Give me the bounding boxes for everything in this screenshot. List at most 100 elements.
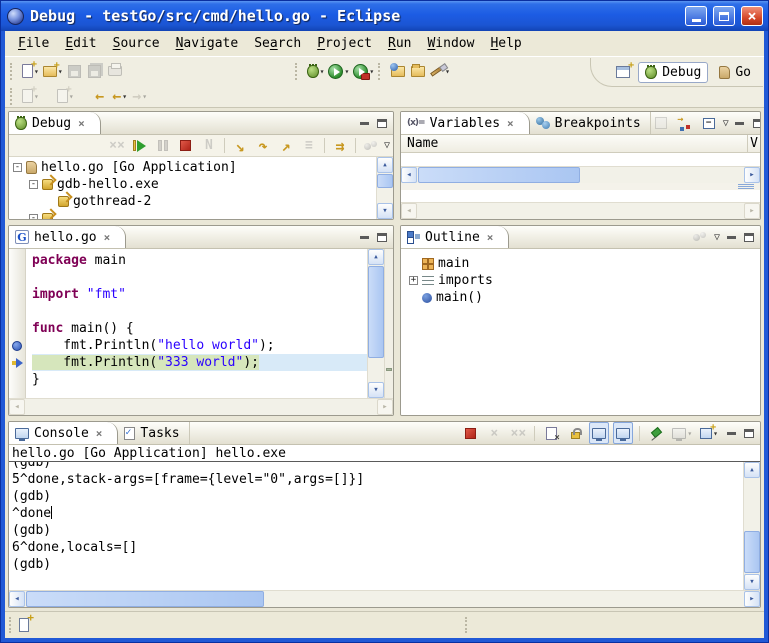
menu-item-project[interactable]: Project bbox=[309, 34, 380, 53]
outline-row[interactable]: main bbox=[409, 255, 760, 272]
close-icon[interactable]: × bbox=[507, 117, 514, 130]
scroll-up-button[interactable]: ▴ bbox=[744, 462, 760, 478]
scroll-up-button[interactable]: ▴ bbox=[377, 157, 393, 173]
scroll-right-button[interactable]: ▸ bbox=[377, 399, 393, 415]
statusbar-grip[interactable] bbox=[9, 617, 13, 633]
ruler-cell[interactable] bbox=[9, 252, 25, 269]
variables-hscrollbar[interactable]: ◂ ▸ bbox=[401, 166, 760, 183]
outline-tree[interactable]: main+importsmain() bbox=[401, 249, 760, 415]
scroll-left-button[interactable]: ◂ bbox=[9, 591, 25, 607]
view-menu-button[interactable]: ▽ bbox=[384, 140, 390, 151]
window-minimize-button[interactable] bbox=[685, 6, 707, 26]
show-type-names-button[interactable] bbox=[651, 112, 671, 134]
instruction-stepping-button[interactable]: ≡ bbox=[299, 135, 319, 157]
menu-item-navigate[interactable]: Navigate bbox=[168, 34, 247, 53]
step-into-button[interactable]: ↘ bbox=[230, 135, 250, 157]
scroll-down-button[interactable]: ▾ bbox=[368, 382, 384, 398]
run-launch-button[interactable]: ▾ bbox=[326, 60, 351, 82]
dropdown-icon[interactable]: ▾ bbox=[122, 92, 127, 101]
scroll-thumb[interactable] bbox=[418, 167, 580, 183]
scroll-thumb[interactable] bbox=[26, 591, 264, 607]
ruler-cell[interactable] bbox=[9, 354, 25, 371]
expander-icon[interactable]: - bbox=[29, 214, 38, 219]
close-icon[interactable]: × bbox=[104, 231, 111, 244]
tree-row[interactable]: - bbox=[9, 210, 376, 219]
debug-launch-button[interactable]: ▾ bbox=[305, 60, 327, 82]
menu-item-window[interactable]: Window bbox=[419, 34, 482, 53]
perspective-debug-button[interactable]: Debug bbox=[638, 62, 708, 83]
window-titlebar[interactable]: Debug - testGo/src/cmd/hello.go - Eclips… bbox=[1, 1, 768, 31]
scroll-down-button[interactable]: ▾ bbox=[744, 574, 760, 590]
tab-debug[interactable]: Debug × bbox=[9, 112, 101, 134]
minimize-view-button[interactable] bbox=[724, 427, 738, 440]
scroll-left-button[interactable]: ◂ bbox=[401, 203, 417, 219]
tab-console[interactable]: Console × bbox=[9, 422, 118, 444]
scroll-left-button[interactable]: ◂ bbox=[9, 399, 25, 415]
menu-item-help[interactable]: Help bbox=[482, 34, 529, 53]
scroll-thumb[interactable] bbox=[744, 531, 760, 573]
debug-launch-tree[interactable]: -hello.go [Go Application]-gdb-hello.exe… bbox=[9, 157, 376, 219]
scroll-left-button[interactable]: ◂ bbox=[401, 167, 417, 183]
maximize-view-button[interactable] bbox=[375, 231, 389, 244]
tree-row[interactable]: gothread-2 bbox=[9, 193, 376, 210]
scroll-up-button[interactable]: ▴ bbox=[368, 249, 384, 265]
forward-button[interactable]: →▾ bbox=[130, 85, 150, 107]
scroll-lock-button[interactable] bbox=[565, 422, 585, 444]
back-button[interactable]: ←▾ bbox=[110, 85, 130, 107]
scroll-thumb[interactable] bbox=[368, 266, 384, 358]
show-logical-structures-button[interactable] bbox=[675, 112, 695, 134]
new-wizard-button[interactable]: ▾ bbox=[20, 60, 41, 82]
tree-row[interactable]: -hello.go [Go Application] bbox=[9, 159, 376, 176]
maximize-view-button[interactable] bbox=[751, 117, 761, 130]
dropdown-icon[interactable]: ▾ bbox=[142, 92, 147, 101]
pin-console-button[interactable] bbox=[646, 422, 666, 444]
window-maximize-button[interactable] bbox=[713, 6, 735, 26]
fast-view-icon[interactable] bbox=[19, 618, 29, 632]
console-text-area[interactable]: (gdb)5^done,stack-args=[frame={level="0"… bbox=[9, 462, 743, 590]
variables-empty-row[interactable] bbox=[401, 153, 760, 166]
tree-row[interactable]: -gdb-hello.exe bbox=[9, 176, 376, 193]
step-over-button[interactable]: ↷ bbox=[253, 135, 273, 157]
ruler-cell[interactable] bbox=[9, 269, 25, 286]
open-console-button[interactable]: ▾ bbox=[698, 422, 720, 444]
menu-item-source[interactable]: Source bbox=[105, 34, 168, 53]
variables-detail-pane[interactable] bbox=[401, 190, 760, 202]
statusbar-grip[interactable] bbox=[465, 617, 469, 633]
menu-item-run[interactable]: Run bbox=[380, 34, 419, 53]
column-value[interactable]: V bbox=[747, 135, 760, 152]
scroll-right-button[interactable]: ▸ bbox=[744, 591, 760, 607]
debug-view-layout-button[interactable] bbox=[361, 135, 381, 157]
close-icon[interactable]: × bbox=[487, 231, 494, 244]
step-return-button[interactable]: ↗ bbox=[276, 135, 296, 157]
open-perspective-button[interactable] bbox=[613, 61, 633, 83]
editor-annotation-ruler[interactable] bbox=[9, 249, 26, 398]
toolbar-grip[interactable] bbox=[10, 63, 15, 80]
ruler-cell[interactable] bbox=[9, 337, 25, 354]
toolbar-grip[interactable] bbox=[378, 63, 383, 80]
scroll-thumb[interactable] bbox=[377, 174, 393, 188]
tab-variables[interactable]: (x)= Variables × bbox=[401, 112, 530, 134]
console-hscrollbar[interactable]: ◂ ▸ bbox=[9, 590, 760, 607]
suspend-button[interactable] bbox=[153, 135, 173, 157]
open-resource-button[interactable] bbox=[388, 60, 408, 82]
show-stderr-button[interactable] bbox=[613, 422, 633, 444]
outline-row[interactable]: main() bbox=[409, 289, 760, 306]
save-all-button[interactable] bbox=[85, 60, 105, 82]
outline-row[interactable]: +imports bbox=[409, 272, 760, 289]
menu-item-search[interactable]: Search bbox=[246, 34, 309, 53]
expander-icon[interactable]: + bbox=[409, 276, 418, 285]
editor-vscrollbar[interactable]: ▴ ▾ bbox=[367, 249, 384, 398]
expander-icon[interactable]: - bbox=[13, 163, 22, 172]
last-edit-location-button[interactable]: ← bbox=[90, 85, 110, 107]
ruler-cell[interactable] bbox=[9, 320, 25, 337]
dropdown-icon[interactable]: ▾ bbox=[687, 429, 692, 438]
minimize-view-button[interactable] bbox=[724, 231, 738, 244]
tab-hello-go[interactable]: G hello.go × bbox=[9, 226, 126, 248]
remove-launch-button[interactable]: × bbox=[484, 422, 504, 444]
window-close-button[interactable]: × bbox=[741, 6, 763, 26]
next-annotation-button[interactable]: ▾ bbox=[20, 85, 41, 107]
editor-hscrollbar[interactable]: ◂ ▸ bbox=[9, 398, 393, 415]
maximize-view-button[interactable] bbox=[742, 231, 756, 244]
ruler-cell[interactable] bbox=[9, 286, 25, 303]
view-menu-button[interactable]: ▽ bbox=[723, 118, 729, 129]
